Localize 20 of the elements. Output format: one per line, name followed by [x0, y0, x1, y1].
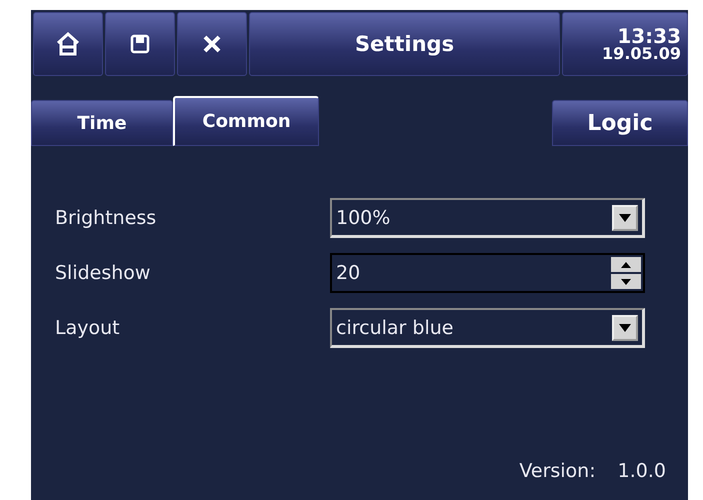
dropdown-field[interactable]: 100%: [330, 198, 645, 238]
tab[interactable]: Time: [31, 100, 173, 146]
tab[interactable]: Logic: [552, 100, 688, 146]
clock-time: 13:33: [617, 26, 681, 46]
dropdown-field[interactable]: circular blue: [330, 308, 645, 348]
window-title: Settings: [249, 12, 560, 76]
save-button[interactable]: [105, 12, 175, 76]
field-label: Slideshow: [55, 262, 152, 284]
tab[interactable]: Common: [173, 96, 319, 146]
close-button[interactable]: [177, 12, 247, 76]
version-label: Version:: [519, 460, 596, 482]
spinner-field[interactable]: 20: [330, 253, 645, 293]
save-icon: [130, 34, 150, 54]
field-label: Layout: [55, 317, 121, 339]
version-number: 1.0.0: [618, 460, 666, 482]
close-icon: [202, 34, 222, 54]
home-icon: [56, 31, 80, 57]
home-button[interactable]: [33, 12, 103, 76]
clock-date: 19.05.09: [602, 46, 681, 62]
field-label: Brightness: [55, 207, 158, 229]
